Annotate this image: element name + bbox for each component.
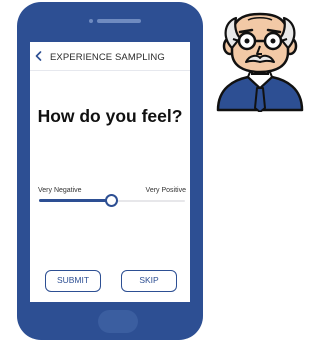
mood-slider[interactable] [39, 193, 185, 209]
slider-thumb[interactable] [105, 194, 118, 207]
skip-button[interactable]: SKIP [121, 270, 177, 292]
chevron-left-icon[interactable] [34, 51, 43, 61]
camera-dot [89, 19, 93, 23]
header-title: EXPERIENCE SAMPLING [50, 52, 165, 63]
slider-fill [39, 199, 112, 202]
speaker-slot [97, 19, 141, 23]
app-screen: EXPERIENCE SAMPLING How do you feel? Ver… [30, 42, 190, 302]
home-button[interactable] [98, 310, 138, 333]
question-heading: How do you feel? [37, 106, 183, 126]
elderly-man-avatar-icon [216, 12, 304, 112]
app-header: EXPERIENCE SAMPLING [30, 42, 190, 71]
submit-button[interactable]: SUBMIT [45, 270, 101, 292]
